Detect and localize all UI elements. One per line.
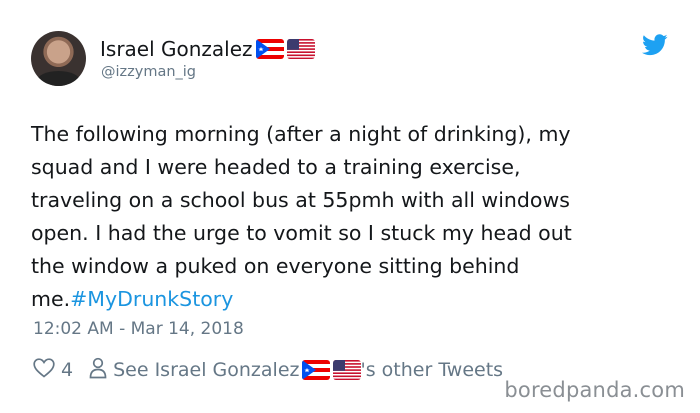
twitter-bird-icon[interactable] — [642, 34, 668, 56]
user-name-row[interactable]: Israel Gonzalez — [100, 35, 315, 63]
tweet-line: the window a puked on everyone sitting b… — [31, 254, 520, 278]
person-icon[interactable] — [89, 357, 107, 384]
tweet-timestamp[interactable]: 12:02 AM - Mar 14, 2018 — [33, 319, 244, 339]
see-other-tweets-link[interactable]: See Israel Gonzalez 's other Tweets — [113, 359, 503, 381]
see-other-tweets-suffix: 's other Tweets — [360, 359, 504, 381]
user-name[interactable]: Israel Gonzalez — [100, 35, 253, 63]
watermark: boredpanda.com — [504, 378, 685, 402]
puerto-rico-flag-icon — [301, 360, 330, 380]
tweet-line: The following morning (after a night of … — [31, 122, 571, 146]
tweet-last-line: me.#MyDrunkStory — [31, 283, 681, 316]
tweet-line: open. I had the urge to vomit so I stuck… — [31, 221, 572, 245]
tweet-line: me. — [31, 287, 71, 311]
tweet-body: The following morning (after a night of … — [31, 118, 681, 316]
tweet-card: Israel Gonzalez @izzyman_ig The followin… — [0, 0, 700, 413]
tweet-line: traveling on a school bus at 55pmh with … — [31, 188, 570, 212]
hashtag-link[interactable]: #MyDrunkStory — [70, 287, 233, 311]
us-flag-icon — [286, 39, 315, 59]
like-count[interactable]: 4 — [61, 359, 73, 381]
us-flag-icon — [332, 360, 361, 380]
user-handle[interactable]: @izzyman_ig — [101, 64, 196, 80]
avatar[interactable] — [31, 31, 86, 86]
see-other-tweets-prefix: See Israel Gonzalez — [113, 359, 300, 381]
tweet-actions: 4 See Israel Gonzalez 's other Tweets — [33, 356, 503, 384]
puerto-rico-flag-icon — [255, 39, 284, 59]
heart-icon[interactable] — [33, 357, 55, 383]
tweet-line: squad and I were headed to a training ex… — [31, 155, 521, 179]
